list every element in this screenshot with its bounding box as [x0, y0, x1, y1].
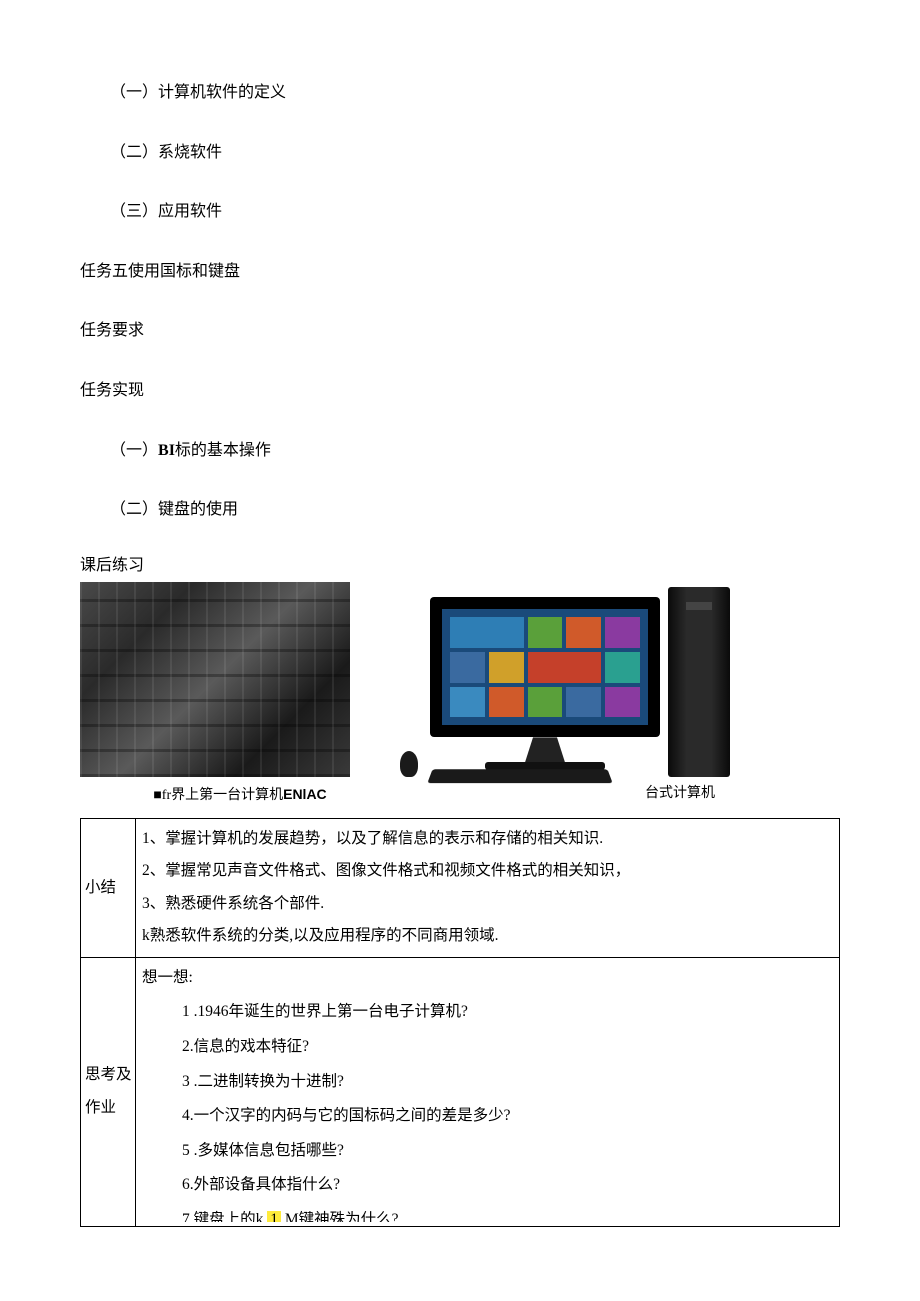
- label-text: 小结: [85, 879, 116, 896]
- text: 任务五使用国标和键盘: [80, 263, 240, 280]
- summary-item: 1、掌握计算机的发展趋势，以及了解信息的表示和存储的相关知识.: [142, 823, 837, 856]
- summary-table: 小结 1、掌握计算机的发展趋势，以及了解信息的表示和存储的相关知识. 2、掌握常…: [80, 818, 840, 1227]
- summary-item: 3、熟悉硬件系统各个部件.: [142, 888, 837, 921]
- cutoff-highlight: 1: [267, 1211, 281, 1222]
- summary-content: 1、掌握计算机的发展趋势，以及了解信息的表示和存储的相关知识. 2、掌握常见声音…: [136, 818, 840, 957]
- mouse-icon: [400, 751, 418, 777]
- question-item: 6.外部设备具体指什么?: [182, 1169, 837, 1202]
- task-requirements: 任务要求: [80, 318, 840, 344]
- text-pre: （一）: [110, 442, 158, 459]
- eniac-image-box: [80, 582, 350, 777]
- question-item: 2.信息的戏本特征?: [182, 1031, 837, 1064]
- text: （二）系烧软件: [110, 144, 222, 161]
- monitor-icon: [430, 597, 660, 777]
- text: （二）键盘的使用: [110, 501, 238, 518]
- text: 任务要求: [80, 322, 144, 339]
- cutoff-post: M键神殊为什么?: [285, 1204, 399, 1222]
- think-intro: 想一想:: [142, 962, 837, 995]
- caption-text: 台式计算机: [645, 786, 715, 801]
- text: 课后练习: [80, 557, 144, 574]
- task-implementation: 任务实现: [80, 378, 840, 404]
- text-bold: BI: [158, 442, 175, 459]
- table-row: 思考及作业 想一想: 1 .1946年诞生的世界上第一台电子计算机? 2.信息的…: [81, 957, 840, 1226]
- caption-bold: ENlAC: [283, 786, 327, 802]
- text: （一）计算机软件的定义: [110, 84, 286, 101]
- captions-row: ■fr界上第一台计算机ENlAC 台式计算机: [80, 783, 840, 807]
- keyboard-icon: [427, 770, 612, 784]
- cutoff-pre: 7 键盘上的k: [182, 1204, 263, 1222]
- outline-item-2-2: （二）键盘的使用: [80, 497, 840, 523]
- pc-image-box: [390, 582, 770, 777]
- summary-item: k熟悉软件系统的分类,以及应用程序的不同商用领域.: [142, 920, 837, 953]
- outline-item-1-1: （一）计算机软件的定义: [80, 80, 840, 106]
- cutoff-line: 7 键盘上的k 1 M键神殊为什么?: [142, 1204, 837, 1222]
- question-item: 5 .多媒体信息包括哪些?: [182, 1135, 837, 1168]
- summary-label: 小结: [81, 818, 136, 957]
- after-class-practice: 课后练习: [80, 553, 840, 579]
- text-post: 标的基本操作: [175, 442, 271, 459]
- homework-content: 想一想: 1 .1946年诞生的世界上第一台电子计算机? 2.信息的戏本特征? …: [136, 957, 840, 1226]
- eniac-image: [80, 582, 350, 777]
- summary-item: 2、掌握常见声音文件格式、图像文件格式和视频文件格式的相关知识，: [142, 855, 837, 888]
- question-item: 3 .二进制转换为十进制?: [182, 1066, 837, 1099]
- caption-pc: 台式计算机: [400, 783, 840, 807]
- homework-label: 思考及作业: [81, 957, 136, 1226]
- text: 任务实现: [80, 382, 144, 399]
- outline-item-1-2: （二）系烧软件: [80, 140, 840, 166]
- outline-item-2-1: （一）BI标的基本操作: [80, 438, 840, 464]
- table-row: 小结 1、掌握计算机的发展趋势，以及了解信息的表示和存储的相关知识. 2、掌握常…: [81, 818, 840, 957]
- tower-icon: [668, 587, 730, 777]
- text: （三）应用软件: [110, 203, 222, 220]
- task-5-title: 任务五使用国标和键盘: [80, 259, 840, 285]
- caption-pre: ■fr界上第一台计算机: [153, 788, 283, 803]
- label-text: 思考及作业: [85, 1066, 132, 1116]
- question-item: 4.一个汉字的内码与它的国标码之间的差是多少?: [182, 1100, 837, 1133]
- question-item: 1 .1946年诞生的世界上第一台电子计算机?: [182, 996, 837, 1029]
- question-list: 1 .1946年诞生的世界上第一台电子计算机? 2.信息的戏本特征? 3 .二进…: [142, 996, 837, 1201]
- pc-image: [390, 582, 770, 777]
- outline-item-1-3: （三）应用软件: [80, 199, 840, 225]
- caption-eniac: ■fr界上第一台计算机ENlAC: [80, 783, 400, 807]
- images-row: [80, 582, 840, 777]
